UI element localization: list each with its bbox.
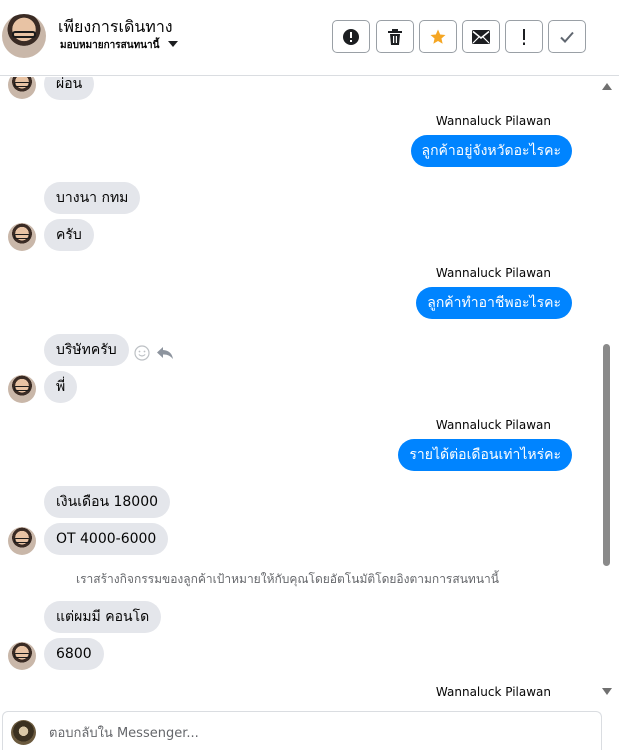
outgoing-message[interactable]: ลูกค้าอยู่จังหวัดอะไรคะ — [410, 135, 572, 167]
incoming-message[interactable]: แต่ผมมี คอนโด — [44, 601, 162, 633]
delete-button[interactable] — [376, 20, 414, 53]
message-actions — [134, 345, 174, 361]
incoming-message[interactable]: OT 4000-6000 — [44, 523, 169, 555]
alert-circle-icon — [343, 28, 359, 45]
outgoing-message[interactable]: ลูกค้าทำอาชีพอะไรคะ — [416, 287, 572, 319]
lead-activity-notice: เราสร้างกิจกรรมของลูกค้าเป้าหมายให้กับคุ… — [76, 572, 499, 586]
reply-icon[interactable] — [156, 346, 174, 360]
chevron-down-icon[interactable] — [168, 41, 178, 47]
mark-done-button[interactable] — [548, 20, 586, 53]
sender-name: Wannaluck Pilawan — [435, 114, 551, 128]
important-button[interactable] — [505, 20, 543, 53]
contact-avatar-small[interactable] — [8, 527, 36, 555]
incoming-message[interactable]: ผ่อน — [44, 77, 95, 100]
sender-name: Wannaluck Pilawan — [435, 418, 551, 432]
outgoing-message[interactable]: รายได้ต่อเดือนเท่าไหร่คะ — [398, 439, 572, 471]
incoming-message[interactable]: พี่ — [44, 371, 78, 403]
envelope-icon — [472, 29, 490, 44]
sender-name: Wannaluck Pilawan — [435, 266, 551, 280]
contact-avatar-small[interactable] — [8, 642, 36, 670]
page-avatar — [11, 720, 36, 745]
conversation-header: เพียงการเดินทาง มอบหมายการสนทนานี้ — [0, 0, 619, 76]
report-button[interactable] — [332, 20, 370, 53]
star-icon — [430, 29, 446, 44]
contact-avatar-small[interactable] — [8, 223, 36, 251]
scrollbar-thumb[interactable] — [603, 344, 610, 566]
mark-unread-button[interactable] — [462, 20, 500, 53]
assign-conversation-label[interactable]: มอบหมายการสนทนานี้ — [60, 38, 159, 53]
contact-avatar[interactable] — [2, 14, 46, 58]
exclamation-icon — [523, 28, 525, 45]
checkmark-icon — [560, 31, 574, 43]
contact-name[interactable]: เพียงการเดินทาง — [58, 15, 173, 40]
sender-name: Wannaluck Pilawan — [435, 685, 551, 699]
scroll-up-arrow-icon[interactable] — [602, 83, 612, 90]
scroll-down-arrow-icon[interactable] — [602, 688, 612, 695]
incoming-message[interactable]: บางนา กทม — [44, 182, 141, 214]
incoming-message[interactable]: บริษัทครับ — [44, 334, 129, 366]
trash-icon — [388, 28, 402, 45]
incoming-message[interactable]: 6800 — [44, 638, 104, 670]
star-button[interactable] — [419, 20, 457, 53]
scrollbar[interactable] — [600, 77, 619, 707]
smiley-react-icon[interactable] — [134, 345, 150, 361]
reply-composer — [2, 711, 602, 750]
message-thread[interactable]: ผ่อน Wannaluck Pilawan ลูกค้าอยู่จังหวัด… — [0, 77, 600, 707]
incoming-message[interactable]: เงินเดือน 18000 — [44, 486, 171, 518]
contact-avatar-small[interactable] — [8, 375, 36, 403]
reply-input[interactable] — [47, 721, 591, 745]
incoming-message[interactable]: ครับ — [44, 219, 94, 251]
contact-avatar-small[interactable] — [8, 77, 36, 99]
